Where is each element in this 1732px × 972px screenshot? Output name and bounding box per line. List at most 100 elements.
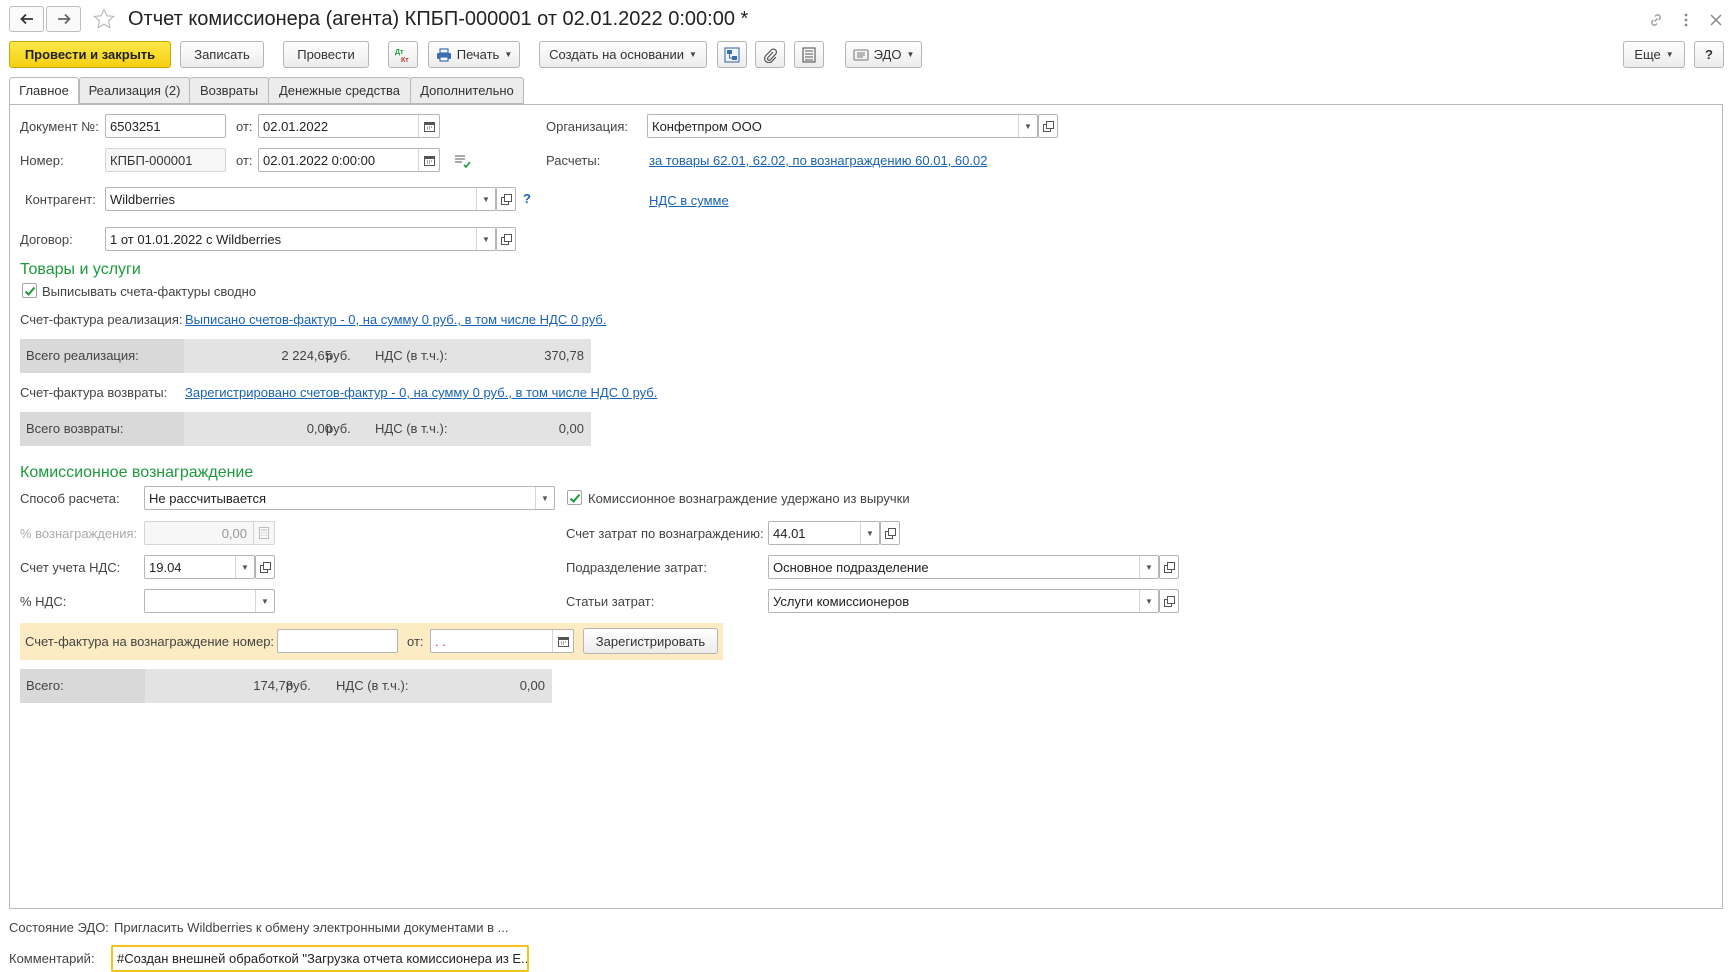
percent-field[interactable]: 0,00 bbox=[144, 521, 275, 545]
more-vertical-icon[interactable] bbox=[1676, 10, 1696, 30]
commission-currency: руб. bbox=[286, 678, 311, 693]
vat-account-field[interactable]: 19.04 ▼ bbox=[144, 555, 255, 579]
cost-account-label: Счет затрат по вознаграждению: bbox=[566, 526, 764, 541]
arrow-right-icon bbox=[57, 13, 71, 25]
calc-method-field[interactable]: Не рассчитывается ▼ bbox=[144, 486, 555, 510]
favorite-star-icon[interactable] bbox=[92, 7, 116, 31]
chevron-down-icon[interactable]: ▼ bbox=[860, 522, 879, 544]
returns-currency: руб. bbox=[326, 421, 351, 436]
help-button[interactable]: ? bbox=[1694, 41, 1724, 68]
invoice-number-label: Счет-фактура на вознаграждение номер: bbox=[25, 634, 275, 649]
percent-value: 0,00 bbox=[221, 525, 247, 541]
calendar-icon[interactable] bbox=[418, 149, 439, 171]
post-and-close-button[interactable]: Провести и закрыть bbox=[9, 41, 171, 68]
organization-field[interactable]: Конфетпром ООО ▼ bbox=[647, 114, 1038, 138]
edit-number-icon[interactable] bbox=[454, 153, 472, 169]
sales-invoice-link[interactable]: Выписано счетов-фактур - 0, на сумму 0 р… bbox=[185, 312, 606, 327]
sales-currency: руб. bbox=[326, 348, 351, 363]
chevron-down-icon[interactable]: ▼ bbox=[535, 487, 554, 509]
chevron-down-icon: ▼ bbox=[504, 50, 513, 59]
contract-field[interactable]: 1 от 01.01.2022 с Wildberries ▼ bbox=[105, 227, 496, 251]
post-button[interactable]: Провести bbox=[283, 41, 369, 68]
open-cost-dept-button[interactable] bbox=[1159, 555, 1179, 579]
tab-sales[interactable]: Реализация (2) bbox=[79, 77, 190, 104]
chevron-down-icon[interactable]: ▼ bbox=[255, 590, 274, 612]
chevron-down-icon[interactable]: ▼ bbox=[1139, 556, 1158, 578]
returns-invoice-link[interactable]: Зарегистрировано счетов-фактур - 0, на с… bbox=[185, 385, 657, 400]
open-vat-account-button[interactable] bbox=[255, 555, 275, 579]
invoice-number-field[interactable] bbox=[277, 629, 398, 653]
more-label: Еще bbox=[1634, 47, 1661, 62]
structure-button[interactable] bbox=[717, 41, 747, 68]
save-button[interactable]: Записать bbox=[180, 41, 264, 68]
vat-account-label: Счет учета НДС: bbox=[20, 560, 121, 575]
settlements-link[interactable]: за товары 62.01, 62.02, по вознаграждени… bbox=[649, 153, 987, 168]
print-label: Печать bbox=[456, 47, 500, 62]
number-field[interactable]: КПБП-000001 bbox=[105, 148, 226, 172]
create-based-on-button[interactable]: Создать на основании ▼ bbox=[539, 41, 707, 68]
commission-withheld-label: Комиссионное вознаграждение удержано из … bbox=[588, 491, 910, 506]
page-title: Отчет комиссионера (агента) КПБП-000001 … bbox=[128, 8, 749, 30]
sales-total-label: Всего реализация: bbox=[26, 348, 139, 363]
chevron-down-icon: ▼ bbox=[1665, 50, 1674, 59]
open-cost-items-button[interactable] bbox=[1159, 589, 1179, 613]
summary-invoices-checkbox[interactable] bbox=[22, 283, 37, 298]
attach-files-button[interactable] bbox=[755, 41, 785, 68]
edo-state-value[interactable]: Пригласить Wildberries к обмену электрон… bbox=[114, 920, 508, 935]
more-button[interactable]: Еще ▼ bbox=[1623, 41, 1685, 68]
link-icon[interactable] bbox=[1646, 10, 1666, 30]
tab-main[interactable]: Главное bbox=[9, 77, 79, 104]
doc-number-value: 6503251 bbox=[110, 118, 161, 134]
close-icon[interactable] bbox=[1706, 10, 1726, 30]
doc-date-field[interactable]: 02.01.2022 bbox=[258, 114, 440, 138]
checkmark-icon bbox=[24, 286, 35, 296]
print-button[interactable]: Печать ▼ bbox=[428, 41, 520, 68]
svg-text:Кт: Кт bbox=[401, 57, 409, 63]
returns-total-value: 0,00 bbox=[306, 421, 332, 436]
cost-items-value: Услуги комиссионеров bbox=[773, 593, 910, 609]
commission-withheld-checkbox[interactable] bbox=[567, 490, 582, 505]
cost-items-field[interactable]: Услуги комиссионеров ▼ bbox=[768, 589, 1159, 613]
edo-button[interactable]: ЭДО ▼ bbox=[845, 41, 922, 68]
back-button[interactable] bbox=[9, 6, 44, 32]
forward-button[interactable] bbox=[46, 6, 81, 32]
calendar-icon[interactable] bbox=[552, 630, 573, 652]
chevron-down-icon[interactable]: ▼ bbox=[1139, 590, 1158, 612]
chevron-down-icon[interactable]: ▼ bbox=[1018, 115, 1037, 137]
sales-totals-bar: Всего реализация: 2 224,65 руб. НДС (в т… bbox=[20, 339, 591, 373]
goods-section-title: Товары и услуги bbox=[20, 261, 141, 278]
paperclip-icon bbox=[764, 48, 778, 63]
counterparty-help-icon[interactable]: ? bbox=[523, 191, 531, 206]
report-button[interactable] bbox=[794, 41, 824, 68]
open-window-icon bbox=[259, 561, 271, 573]
chevron-down-icon[interactable]: ▼ bbox=[476, 228, 495, 250]
doc-number-field[interactable]: 6503251 bbox=[105, 114, 226, 138]
chevron-down-icon[interactable]: ▼ bbox=[476, 188, 495, 210]
cost-dept-field[interactable]: Основное подразделение ▼ bbox=[768, 555, 1159, 579]
edo-exchange-icon bbox=[853, 48, 869, 61]
comment-field[interactable]: #Создан внешней обработкой "Загрузка отч… bbox=[111, 945, 529, 972]
open-counterparty-button[interactable] bbox=[496, 187, 516, 211]
calendar-icon[interactable] bbox=[418, 115, 439, 137]
chevron-down-icon: ▼ bbox=[906, 50, 915, 59]
returns-invoice-label: Счет-фактура возвраты: bbox=[20, 385, 168, 400]
doc-date-value: 02.01.2022 bbox=[263, 118, 329, 134]
invoice-date-field[interactable]: . . bbox=[430, 629, 574, 653]
dt-kt-button[interactable]: Дт Кт bbox=[388, 41, 418, 68]
open-window-icon bbox=[500, 233, 512, 245]
chevron-down-icon[interactable]: ▼ bbox=[235, 556, 254, 578]
vat-percent-field[interactable]: ▼ bbox=[144, 589, 275, 613]
tab-additional[interactable]: Дополнительно bbox=[410, 77, 524, 104]
open-organization-button[interactable] bbox=[1038, 114, 1058, 138]
open-contract-button[interactable] bbox=[496, 227, 516, 251]
tab-cash[interactable]: Денежные средства bbox=[268, 77, 411, 104]
register-invoice-button[interactable]: Зарегистрировать bbox=[583, 628, 718, 654]
tab-returns[interactable]: Возвраты bbox=[189, 77, 269, 104]
cost-account-field[interactable]: 44.01 ▼ bbox=[768, 521, 880, 545]
datetime-field[interactable]: 02.01.2022 0:00:00 bbox=[258, 148, 440, 172]
open-window-icon bbox=[884, 527, 896, 539]
counterparty-field[interactable]: Wildberries ▼ bbox=[105, 187, 496, 211]
commission-vat-value: 0,00 bbox=[519, 678, 545, 693]
vat-in-sum-link[interactable]: НДС в сумме bbox=[649, 193, 729, 208]
open-cost-account-button[interactable] bbox=[880, 521, 900, 545]
